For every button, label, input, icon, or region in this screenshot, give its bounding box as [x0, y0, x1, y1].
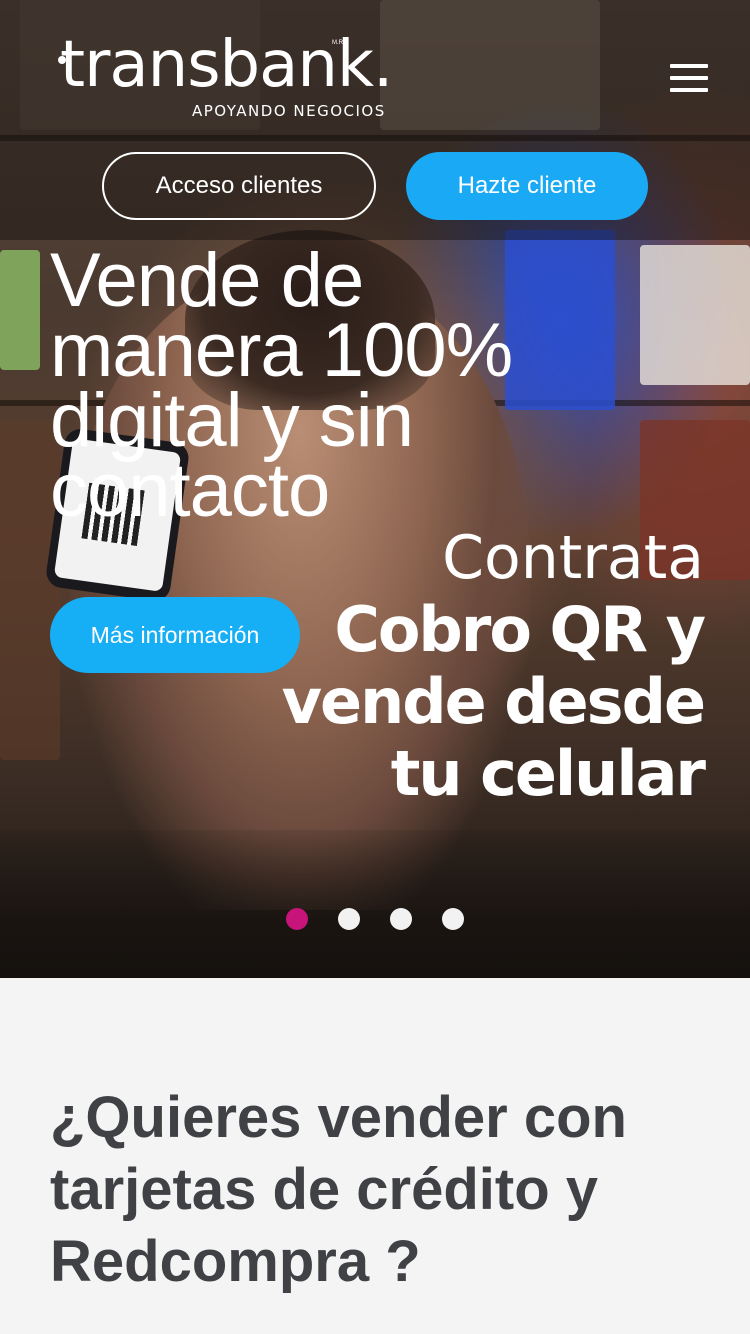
- promo-line: Contrata: [442, 523, 704, 593]
- section-title: ¿Quieres vender con tarjetas de crédito …: [50, 1085, 627, 1294]
- promo-line: vende desde: [281, 665, 706, 738]
- carousel-dot-4[interactable]: [442, 908, 464, 930]
- hamburger-menu-icon[interactable]: [670, 64, 710, 94]
- logo-tagline: APOYANDO NEGOCIOS: [192, 102, 386, 120]
- shelf-product-decoration: [0, 250, 40, 370]
- transbank-logo[interactable]: transbank. M.R APOYANDO NEGOCIOS: [58, 28, 400, 126]
- counter-shadow: [0, 830, 750, 978]
- client-access-button[interactable]: Acceso clientes: [102, 152, 376, 220]
- menu-bar-line: [670, 76, 708, 80]
- logo-trademark: M.R: [332, 40, 343, 46]
- menu-bar-line: [670, 64, 708, 68]
- carousel-dot-3[interactable]: [390, 908, 412, 930]
- carousel-pagination: [286, 908, 464, 930]
- more-info-button[interactable]: Más información: [50, 597, 300, 673]
- promo-line: tu celular: [390, 737, 706, 810]
- carousel-dot-1[interactable]: [286, 908, 308, 930]
- shelf-product-decoration: [640, 245, 750, 385]
- carousel-dot-2[interactable]: [338, 908, 360, 930]
- hero-title: Vende de manera 100% digital y sin conta…: [50, 238, 513, 533]
- sell-with-cards-section: ¿Quieres vender con tarjetas de crédito …: [0, 978, 750, 1334]
- hero-banner: transbank. M.R APOYANDO NEGOCIOS Acceso …: [0, 0, 750, 978]
- menu-bar-line: [670, 88, 708, 92]
- become-client-button[interactable]: Hazte cliente: [406, 152, 648, 220]
